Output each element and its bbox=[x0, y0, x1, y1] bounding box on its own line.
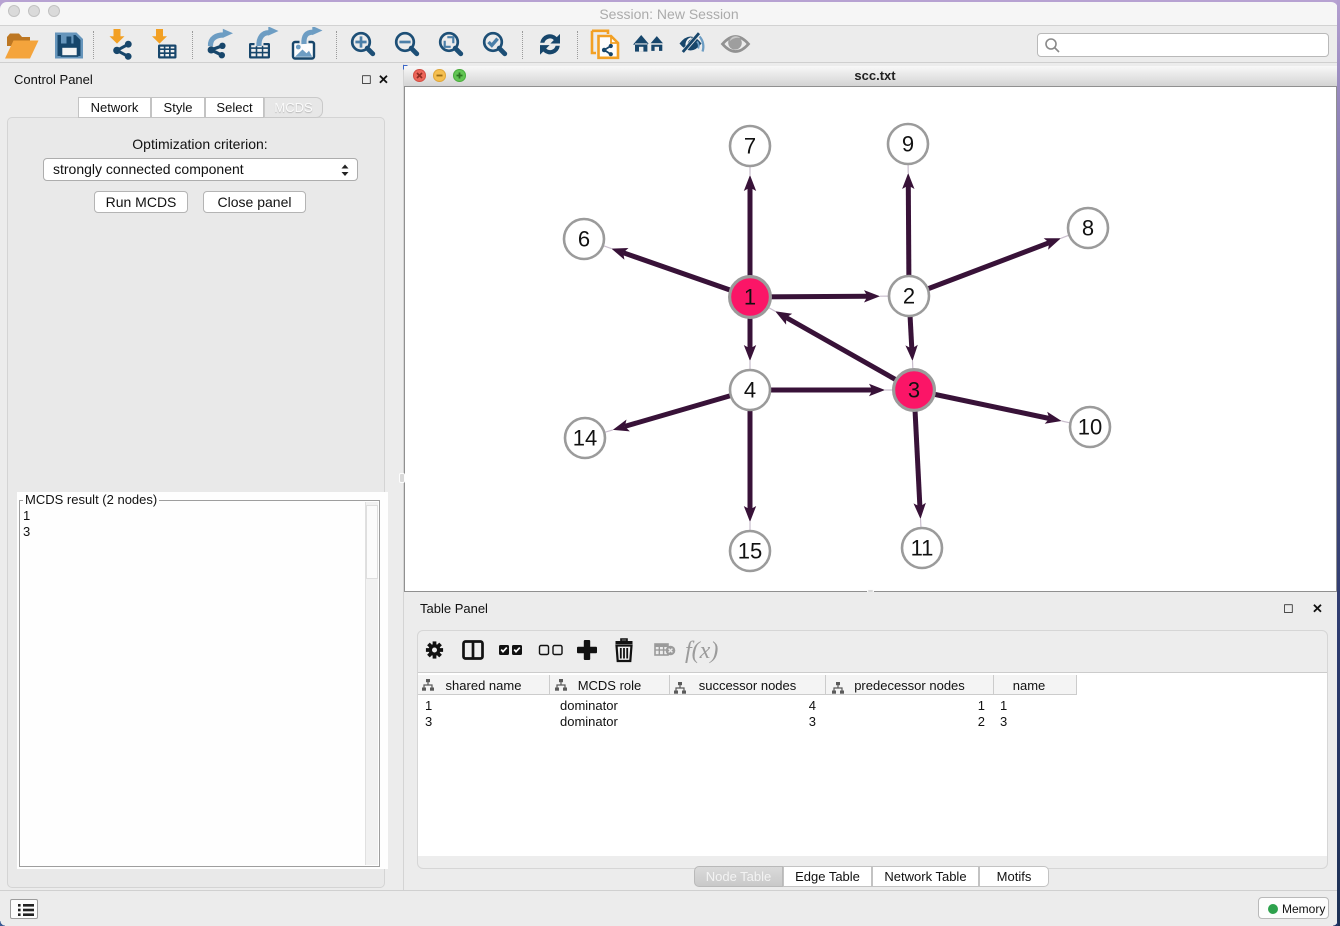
svg-text:1: 1 bbox=[744, 285, 756, 310]
svg-text:9: 9 bbox=[902, 132, 914, 157]
svg-text:4: 4 bbox=[744, 378, 756, 403]
svg-text:7: 7 bbox=[744, 134, 756, 159]
svg-text:6: 6 bbox=[578, 227, 590, 252]
svg-text:3: 3 bbox=[908, 378, 920, 403]
svg-text:11: 11 bbox=[911, 536, 934, 561]
svg-text:10: 10 bbox=[1078, 415, 1102, 440]
svg-text:2: 2 bbox=[903, 284, 915, 309]
svg-text:f(x): f(x) bbox=[685, 638, 718, 664]
svg-text:14: 14 bbox=[573, 426, 597, 451]
svg-text:8: 8 bbox=[1082, 216, 1094, 241]
svg-text:15: 15 bbox=[738, 539, 762, 564]
